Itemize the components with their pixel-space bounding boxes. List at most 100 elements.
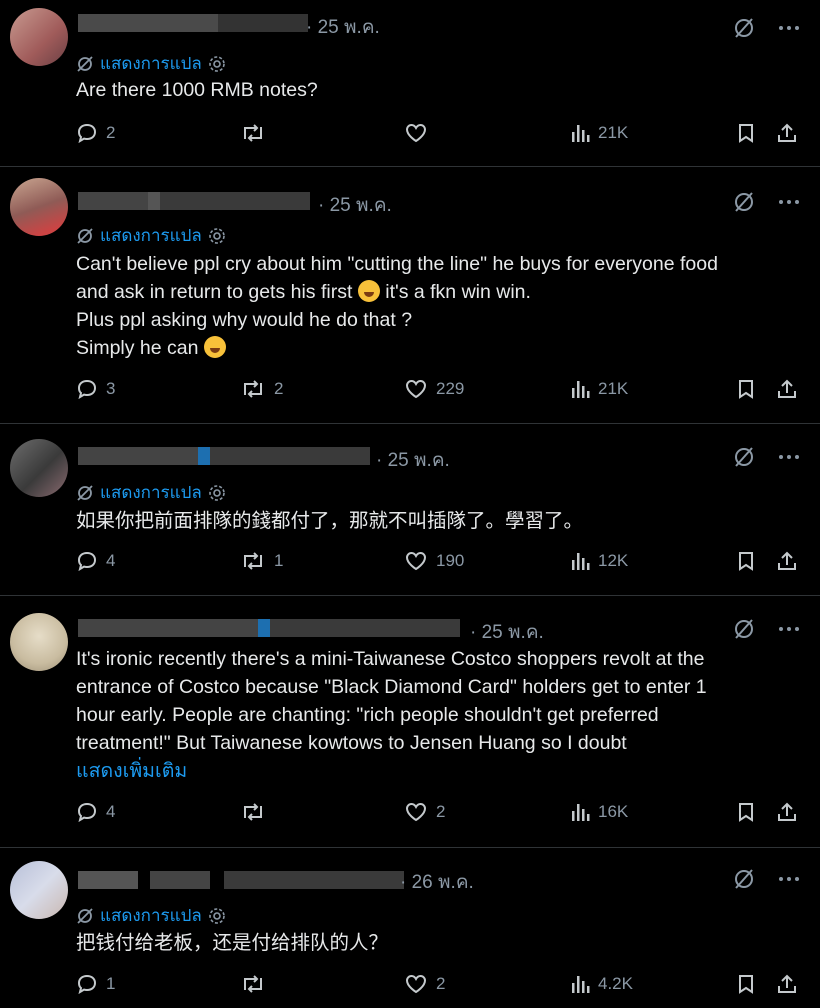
tweet-text: It's ironic recently there's a mini-Taiw… — [76, 645, 806, 785]
tweet[interactable]: · 26 พ.ค. แสดงการแปล 把钱付给老板，还是付给排队的人？ 1 … — [0, 847, 820, 1008]
grok-icon[interactable] — [732, 445, 756, 469]
author-name-redacted[interactable] — [78, 192, 310, 210]
reply-button[interactable]: 3 — [76, 378, 115, 400]
more-icon[interactable] — [778, 453, 800, 461]
retweet-button[interactable]: 2 — [240, 378, 283, 400]
reply-button[interactable]: 1 — [76, 973, 115, 995]
tweet-line: hour early. People are chanting: "rich p… — [76, 704, 659, 726]
tweet-line: it's a fkn win win. — [385, 281, 531, 303]
share-button[interactable] — [776, 122, 798, 144]
author-name-redacted[interactable] — [78, 619, 460, 637]
reply-icon — [77, 123, 97, 144]
reply-count: 3 — [106, 379, 116, 398]
translate-link[interactable]: แสดงการแปล — [76, 902, 226, 929]
like-button[interactable] — [404, 122, 436, 144]
tweet-date[interactable]: · 25 พ.ค. — [376, 445, 450, 475]
share-button[interactable] — [776, 378, 798, 400]
bookmark-button[interactable] — [736, 122, 756, 144]
avatar[interactable] — [10, 8, 68, 66]
tweet-line: It's ironic recently there's a mini-Taiw… — [76, 648, 705, 670]
reply-count: 4 — [106, 802, 116, 821]
tweet-date[interactable]: · 25 พ.ค. — [470, 617, 544, 647]
bookmark-button[interactable] — [736, 801, 756, 823]
like-button[interactable]: 229 — [404, 378, 464, 400]
rofl-emoji-icon — [203, 336, 226, 358]
show-more-link[interactable]: แสดงเพิ่มเติม — [76, 757, 806, 785]
more-icon[interactable] — [778, 24, 800, 32]
reply-count: 2 — [106, 123, 116, 142]
translate-link[interactable]: แสดงการแปล — [76, 479, 226, 506]
views-button[interactable]: 21K — [570, 122, 628, 144]
like-button[interactable]: 2 — [404, 801, 445, 823]
views-button[interactable]: 16K — [570, 801, 628, 823]
grok-icon[interactable] — [732, 617, 756, 641]
reply-button[interactable]: 2 — [76, 122, 115, 144]
tweet-line: treatment!" But Taiwanese kowtows to Jen… — [76, 732, 627, 754]
author-name-redacted[interactable] — [78, 447, 370, 465]
retweet-button[interactable]: 1 — [240, 550, 283, 572]
avatar[interactable] — [10, 178, 68, 236]
translate-label: แสดงการแปล — [100, 483, 202, 502]
translate-link[interactable]: แสดงการแปล — [76, 50, 226, 77]
avatar[interactable] — [10, 861, 68, 919]
action-bar: 3 2 229 21K — [76, 378, 806, 408]
retweet-button[interactable] — [240, 122, 274, 144]
bookmark-button[interactable] — [736, 973, 756, 995]
views-button[interactable]: 12K — [570, 550, 628, 572]
heart-icon — [405, 974, 427, 994]
more-icon[interactable] — [778, 625, 800, 633]
tweet[interactable]: · 25 พ.ค. แสดงการแปล Can't believe ppl c… — [0, 166, 820, 423]
views-count: 21K — [598, 123, 629, 142]
views-icon — [572, 381, 590, 398]
share-button[interactable] — [776, 801, 798, 823]
grok-icon[interactable] — [732, 867, 756, 891]
tweet-date[interactable]: · 25 พ.ค. — [318, 190, 392, 220]
more-icon[interactable] — [778, 198, 800, 206]
settings-icon[interactable] — [208, 484, 226, 502]
reply-button[interactable]: 4 — [76, 550, 115, 572]
share-button[interactable] — [776, 550, 798, 572]
avatar[interactable] — [10, 439, 68, 497]
author-name-redacted[interactable] — [78, 14, 308, 32]
retweet-button[interactable] — [240, 801, 274, 823]
tweet-line: Are there 1000 RMB notes? — [76, 79, 318, 101]
reply-icon — [77, 551, 97, 572]
tweet-text: Can't believe ppl cry about him "cutting… — [76, 250, 806, 362]
tweet-line: Can't believe ppl cry about him "cutting… — [76, 253, 718, 275]
views-icon — [572, 125, 590, 142]
retweet-button[interactable] — [240, 973, 274, 995]
views-button[interactable]: 4.2K — [570, 973, 633, 995]
like-button[interactable]: 190 — [404, 550, 464, 572]
translate-label: แสดงการแปล — [100, 906, 202, 925]
reply-button[interactable]: 4 — [76, 801, 115, 823]
settings-icon[interactable] — [208, 907, 226, 925]
reply-count: 1 — [106, 974, 116, 993]
author-name-redacted[interactable] — [78, 871, 404, 889]
tweet[interactable]: · 25 พ.ค. แสดงการแปล Are there 1000 RMB … — [0, 0, 820, 166]
bookmark-icon — [739, 124, 753, 143]
tweet-line: entrance of Costco because "Black Diamon… — [76, 676, 707, 698]
tweet-date[interactable]: · 25 พ.ค. — [306, 12, 380, 42]
views-icon — [572, 804, 590, 821]
translate-link[interactable]: แสดงการแปล — [76, 222, 226, 249]
bookmark-button[interactable] — [736, 378, 756, 400]
avatar[interactable] — [10, 613, 68, 671]
bookmark-button[interactable] — [736, 550, 756, 572]
translate-icon — [77, 907, 93, 924]
tweet[interactable]: · 25 พ.ค. แสดงการแปล 如果你把前面排隊的錢都付了，那就不叫插… — [0, 423, 820, 595]
views-button[interactable]: 21K — [570, 378, 628, 400]
more-icon[interactable] — [778, 875, 800, 883]
heart-icon — [405, 379, 427, 399]
tweet-date[interactable]: · 26 พ.ค. — [400, 867, 474, 897]
tweet[interactable]: · 25 พ.ค. It's ironic recently there's a… — [0, 595, 820, 847]
share-button[interactable] — [776, 973, 798, 995]
bookmark-icon — [739, 975, 753, 994]
grok-icon[interactable] — [732, 190, 756, 214]
share-icon — [778, 551, 796, 570]
settings-icon[interactable] — [208, 55, 226, 73]
grok-icon[interactable] — [732, 16, 756, 40]
like-button[interactable]: 2 — [404, 973, 445, 995]
settings-icon[interactable] — [208, 227, 226, 245]
retweet-icon — [244, 803, 262, 821]
tweet-line: and ask in return to gets his first — [76, 281, 353, 303]
